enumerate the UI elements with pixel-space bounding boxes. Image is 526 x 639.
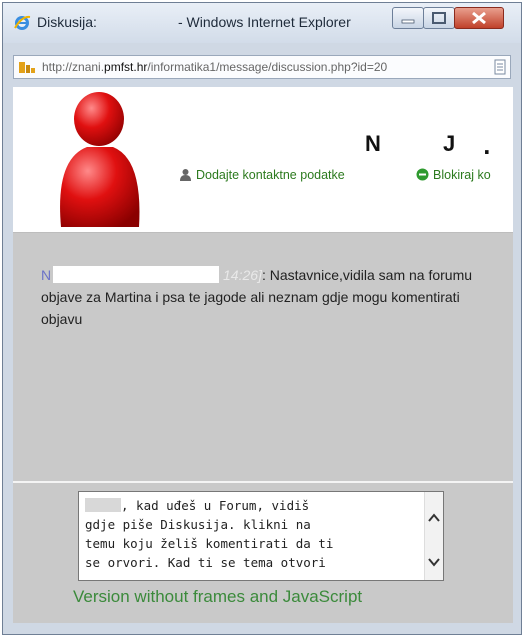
site-favicon-icon: [19, 62, 35, 73]
compose-area: , kad uđeš u Forum, vidiš gdje piše Disk…: [13, 481, 513, 623]
url-text: http://znani.pmfst.hr/informatika1/messa…: [42, 60, 388, 74]
maximize-button[interactable]: [423, 7, 455, 29]
internet-explorer-icon: [14, 15, 31, 30]
version-without-frames-link[interactable]: Version without frames and JavaScript: [73, 587, 362, 607]
user-name-dot: .: [483, 135, 491, 159]
user-name-last: J: [443, 131, 456, 156]
scroll-down-icon[interactable]: [427, 556, 441, 568]
block-icon: [416, 168, 429, 181]
redacted-name: [85, 498, 121, 512]
message-time: 14:26]: [223, 267, 262, 283]
title-bar[interactable]: Diskusija: - Windows Internet Explorer: [3, 3, 521, 43]
window-title: Diskusija:: [37, 14, 97, 30]
browser-window: Diskusija: - Windows Internet Explorer h…: [2, 2, 522, 635]
block-link[interactable]: Blokiraj ko: [416, 168, 491, 182]
block-label: Blokiraj ko: [433, 168, 491, 182]
scroll-up-icon[interactable]: [427, 512, 441, 524]
profile-header: N J . Dodajte kontaktne podatke Blokiraj…: [13, 87, 513, 233]
avatar-icon: [60, 92, 140, 227]
minimize-icon: [401, 19, 415, 24]
minimize-button[interactable]: [392, 7, 424, 29]
page-icon[interactable]: [494, 59, 506, 75]
window-app-name: - Windows Internet Explorer: [178, 14, 351, 30]
page-content: N J . Dodajte kontaktne podatke Blokiraj…: [13, 87, 513, 623]
redacted-author-name: [53, 266, 220, 283]
message-textarea[interactable]: , kad uđeš u Forum, vidiš gdje piše Disk…: [78, 491, 444, 581]
discussion-message: N 14:26]: Nastavnice,vidila sam na forum…: [41, 264, 501, 330]
message-author: N: [41, 267, 52, 283]
contact-person-icon: [180, 169, 191, 181]
close-icon: [472, 11, 486, 25]
textarea-scrollbar[interactable]: [424, 492, 443, 580]
address-bar[interactable]: http://znani.pmfst.hr/informatika1/messa…: [13, 55, 511, 79]
user-name-first: N: [365, 131, 381, 156]
close-button[interactable]: [454, 7, 504, 29]
maximize-icon: [432, 12, 446, 24]
textarea-content: , kad uđeš u Forum, vidiš gdje piše Disk…: [85, 498, 334, 570]
add-contact-link[interactable]: Dodajte kontaktne podatke: [179, 168, 345, 182]
add-contact-label: Dodajte kontaktne podatke: [196, 168, 345, 182]
